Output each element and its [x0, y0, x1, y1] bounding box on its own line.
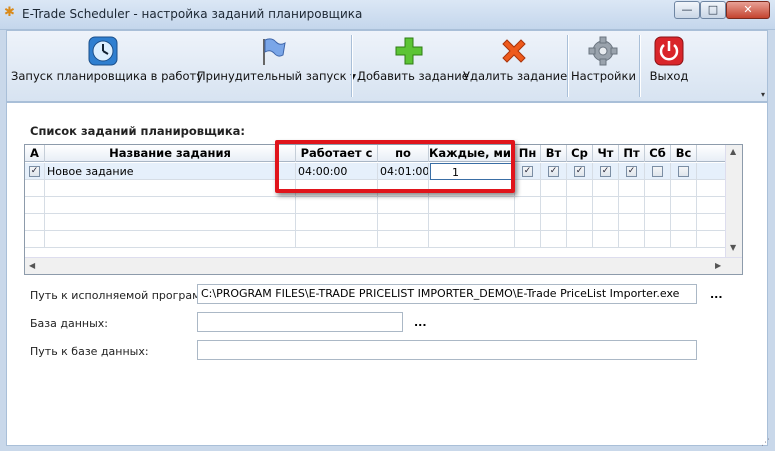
column-fri[interactable]: Пт	[619, 145, 645, 162]
force-run-label: Принудительный запуск ▾	[197, 69, 356, 83]
day-checkbox[interactable]: ✓	[574, 166, 585, 177]
wed-cell[interactable]: ✓	[567, 163, 593, 180]
resize-grip-icon[interactable]: ⋰	[761, 438, 771, 448]
flag-icon	[263, 38, 286, 65]
window-title: E-Trade Scheduler - настройка заданий пл…	[22, 7, 363, 21]
highlight-box	[275, 140, 515, 193]
exit-button[interactable]: Выход	[643, 31, 695, 101]
day-checkbox[interactable]: ✓	[548, 166, 559, 177]
scroll-down-icon[interactable]: ▼	[730, 243, 736, 252]
empty-row	[25, 231, 725, 248]
column-tue[interactable]: Вт	[541, 145, 567, 162]
column-thu[interactable]: Чт	[593, 145, 619, 162]
add-task-button[interactable]: Добавить задание	[357, 31, 469, 101]
column-active[interactable]: А	[25, 145, 45, 162]
task-name-cell[interactable]: Новое задание	[45, 163, 296, 180]
empty-row	[25, 197, 725, 214]
add-task-label: Добавить задание	[357, 69, 469, 83]
settings-label: Настройки	[571, 69, 636, 83]
column-name[interactable]: Название задания	[45, 145, 296, 162]
horizontal-scrollbar[interactable]: ◀ ▶	[25, 257, 742, 274]
scroll-left-icon[interactable]: ◀	[29, 261, 35, 270]
app-icon: ✱	[4, 5, 15, 20]
day-checkbox[interactable]: ✓	[522, 166, 533, 177]
column-wed[interactable]: Ср	[567, 145, 593, 162]
close-button[interactable]: ✕	[726, 1, 770, 19]
database-label: База данных:	[30, 317, 109, 330]
minimize-button[interactable]: —	[674, 1, 700, 19]
program-path-input[interactable]: C:\PROGRAM FILES\E-TRADE PRICELIST IMPOR…	[197, 284, 697, 304]
browse-program-button[interactable]: ...	[710, 288, 723, 301]
sun-cell[interactable]	[671, 163, 697, 180]
power-icon	[654, 36, 684, 66]
fri-cell[interactable]: ✓	[619, 163, 645, 180]
scroll-up-icon[interactable]: ▲	[730, 147, 736, 156]
active-cell[interactable]: ✓	[25, 163, 45, 180]
delete-task-button[interactable]: Удалить задание	[463, 31, 568, 101]
start-scheduler-label: Запуск планировщика в работу	[11, 69, 204, 83]
toolbar-separator	[639, 35, 640, 97]
empty-row	[25, 214, 725, 231]
database-input[interactable]	[197, 312, 403, 332]
program-path-label: Путь к исполняемой программе:	[30, 289, 220, 302]
force-run-button[interactable]: Принудительный запуск ▾	[197, 31, 356, 101]
maximize-button[interactable]: □	[700, 1, 726, 19]
day-checkbox[interactable]	[652, 166, 663, 177]
day-checkbox[interactable]: ✓	[626, 166, 637, 177]
column-sun[interactable]: Вс	[671, 145, 697, 162]
gear-icon	[588, 36, 618, 66]
start-scheduler-button[interactable]: Запуск планировщика в работу	[11, 31, 204, 101]
vertical-scrollbar[interactable]: ▲ ▼	[725, 145, 742, 257]
database-path-input[interactable]	[197, 340, 697, 360]
browse-database-button[interactable]: ...	[414, 316, 427, 329]
exit-label: Выход	[649, 69, 689, 83]
toolbar-overflow-icon[interactable]: ▾	[761, 90, 765, 99]
x-icon	[502, 39, 526, 63]
column-mon[interactable]: Пн	[515, 145, 541, 162]
delete-task-label: Удалить задание	[463, 69, 568, 83]
thu-cell[interactable]: ✓	[593, 163, 619, 180]
day-checkbox[interactable]: ✓	[600, 166, 611, 177]
toolbar-separator	[351, 35, 352, 97]
mon-cell[interactable]: ✓	[515, 163, 541, 180]
toolbar: Запуск планировщика в работу Принудитель…	[6, 30, 768, 102]
scroll-right-icon[interactable]: ▶	[715, 261, 721, 270]
plus-icon	[395, 37, 423, 65]
clock-icon	[88, 36, 118, 66]
toolbar-separator	[567, 35, 568, 97]
task-list-title: Список заданий планировщика:	[30, 124, 246, 138]
active-checkbox[interactable]: ✓	[29, 166, 40, 177]
column-sat[interactable]: Сб	[645, 145, 671, 162]
tue-cell[interactable]: ✓	[541, 163, 567, 180]
sat-cell[interactable]	[645, 163, 671, 180]
settings-button[interactable]: Настройки	[571, 31, 636, 101]
day-checkbox[interactable]	[678, 166, 689, 177]
database-path-label: Путь к базе данных:	[30, 345, 149, 358]
title-bar: ✱ E-Trade Scheduler - настройка заданий …	[0, 0, 775, 30]
